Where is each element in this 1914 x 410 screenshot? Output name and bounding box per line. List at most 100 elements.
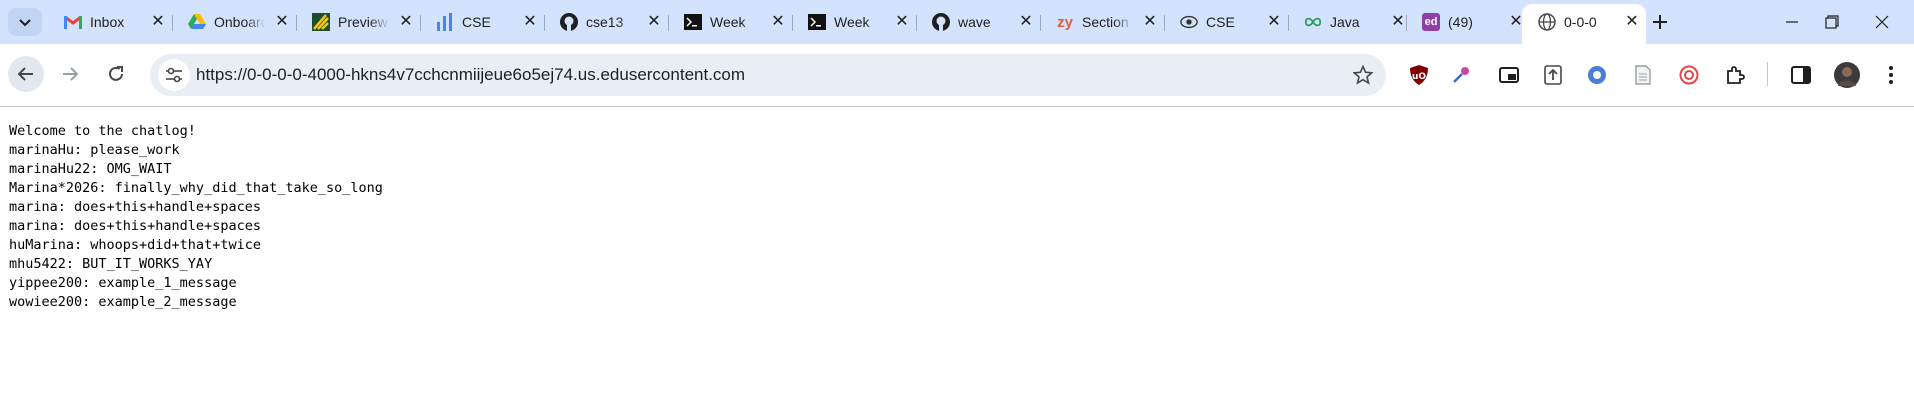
tab-separator (916, 15, 917, 31)
ublock-icon[interactable]: uO (1408, 64, 1430, 86)
tab-title: CSE (462, 14, 491, 30)
close-window-button[interactable] (1860, 6, 1904, 38)
tab-cse13[interactable]: cse13 ✕ (544, 6, 668, 38)
infinity-icon (1304, 13, 1322, 31)
new-tab-button[interactable] (1646, 8, 1674, 36)
tab-separator (1288, 15, 1289, 31)
globe-icon (1538, 13, 1556, 31)
ed-icon: ed (1422, 13, 1440, 31)
arrow-left-icon (17, 67, 33, 81)
tab-title: 0-0-0 (1564, 14, 1597, 30)
close-icon[interactable]: ✕ (396, 12, 416, 32)
site-info-button[interactable] (158, 59, 190, 91)
restore-icon (1825, 15, 1839, 29)
tab-separator (1040, 15, 1041, 31)
tab-separator (1164, 15, 1165, 31)
tab-separator (544, 15, 545, 31)
more-menu-icon[interactable] (1880, 64, 1902, 86)
arrow-right-icon (63, 67, 79, 81)
plus-icon (1653, 15, 1667, 29)
chatlog-line: marina: does+this+handle+spaces (9, 199, 261, 215)
puzzle-icon[interactable] (1724, 64, 1746, 86)
tab-active[interactable]: 0-0-0 ✕ (1522, 4, 1646, 44)
picture-in-picture-icon[interactable] (1498, 64, 1520, 86)
tab-title: Section (1082, 14, 1129, 30)
close-icon[interactable]: ✕ (1140, 12, 1160, 32)
avatar[interactable] (1834, 62, 1860, 88)
tab-wave[interactable]: wave ✕ (916, 6, 1040, 38)
svg-text:uO: uO (1412, 72, 1426, 82)
tab-title: Onboarding (214, 14, 266, 30)
browser-toolbar: https://0-0-0-0-4000-hkns4v7cchcnmiijeue… (0, 44, 1914, 107)
tab-separator (172, 15, 173, 31)
chevron-down-icon (19, 19, 31, 27)
back-button[interactable] (8, 56, 44, 92)
tab-separator (1406, 15, 1407, 31)
close-icon[interactable]: ✕ (520, 12, 540, 32)
reload-icon (109, 66, 123, 81)
chatlog-line: marinaHu: please_work (9, 142, 180, 158)
tab-search-button[interactable] (8, 8, 42, 36)
close-icon[interactable]: ✕ (1622, 12, 1642, 32)
chatlog-line: marinaHu22: OMG_WAIT (9, 161, 172, 177)
close-icon[interactable]: ✕ (1264, 12, 1284, 32)
chatlog-line: mhu5422: BUT_IT_WORKS_YAY (9, 256, 213, 272)
chatlog: Welcome to the chatlog! marinaHu: please… (9, 122, 383, 312)
close-icon[interactable]: ✕ (1388, 12, 1408, 32)
tab-java[interactable]: Java ✕ (1288, 6, 1412, 38)
settings-badge-icon[interactable] (1678, 64, 1700, 86)
terminal-icon (808, 13, 826, 31)
github-icon (932, 13, 950, 31)
tab-cse[interactable]: CSE ✕ (420, 6, 544, 38)
close-icon[interactable]: ✕ (148, 12, 168, 32)
eyedropper-icon[interactable] (1450, 64, 1472, 86)
close-icon[interactable]: ✕ (644, 12, 664, 32)
google-drive-icon (188, 13, 206, 31)
tab-separator (668, 15, 669, 31)
restore-button[interactable] (1810, 6, 1854, 38)
tab-week-2[interactable]: Week ✕ (792, 6, 916, 38)
tab-onboarding[interactable]: Onboarding ✕ (172, 6, 296, 38)
tab-section[interactable]: zy Section ✕ (1040, 6, 1164, 38)
close-icon[interactable]: ✕ (768, 12, 788, 32)
reload-button[interactable] (98, 56, 134, 92)
gmail-icon (64, 13, 82, 31)
tab-preview[interactable]: Preview ✕ (296, 6, 420, 38)
tab-separator (420, 15, 421, 31)
preview-icon (312, 13, 330, 31)
chatlog-line: marina: does+this+handle+spaces (9, 218, 261, 234)
close-icon[interactable]: ✕ (272, 12, 292, 32)
tab-title: Preview (338, 14, 388, 30)
tab-ed[interactable]: ed (49) ✕ (1406, 6, 1530, 38)
minimize-button[interactable] (1770, 6, 1814, 38)
tab-title: (49) (1448, 14, 1473, 30)
tab-title: Week (710, 14, 746, 30)
upload-icon[interactable] (1542, 64, 1564, 86)
tab-inbox[interactable]: Inbox ✕ (48, 6, 172, 38)
tab-title: Java (1330, 14, 1360, 30)
toolbar-divider (1767, 62, 1768, 86)
document-icon[interactable] (1632, 64, 1654, 86)
terminal-icon (684, 13, 702, 31)
chatlog-line: huMarina: whoops+did+that+twice (9, 237, 261, 253)
chatlog-line: Marina*2026: finally_why_did_that_take_s… (9, 180, 383, 196)
close-icon[interactable]: ✕ (892, 12, 912, 32)
url-text[interactable]: https://0-0-0-0-4000-hkns4v7cchcnmiijeue… (196, 65, 745, 85)
side-panel-icon[interactable] (1790, 64, 1812, 86)
tab-title: Inbox (90, 14, 125, 30)
tab-title: wave (958, 14, 991, 30)
tab-title: Week (834, 14, 870, 30)
tab-title: CSE (1206, 14, 1235, 30)
bookmark-star-icon[interactable] (1352, 64, 1374, 86)
tab-week-1[interactable]: Week ✕ (668, 6, 792, 38)
tab-cse-2[interactable]: CSE ✕ (1164, 6, 1288, 38)
close-icon[interactable]: ✕ (1016, 12, 1036, 32)
forward-button[interactable] (52, 56, 88, 92)
eye-icon (1180, 13, 1198, 31)
tune-icon (166, 67, 182, 83)
tab-title: cse13 (586, 14, 624, 30)
address-bar[interactable]: https://0-0-0-0-4000-hkns4v7cchcnmiijeue… (150, 54, 1386, 96)
tab-separator (792, 15, 793, 31)
zybooks-icon: zy (1057, 13, 1073, 31)
circle-badge-icon[interactable] (1586, 64, 1608, 86)
